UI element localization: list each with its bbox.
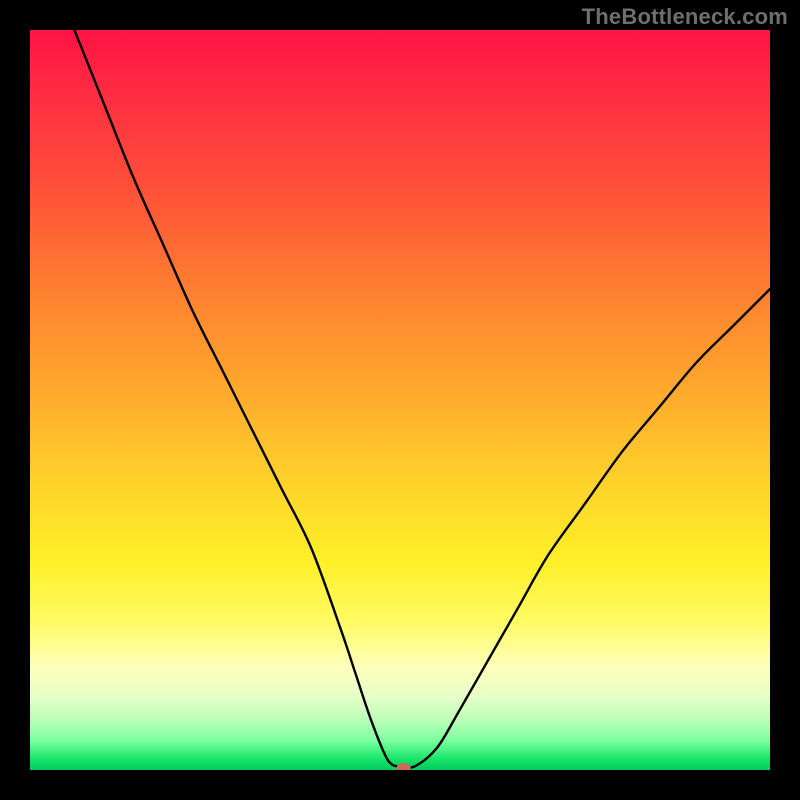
watermark-text: TheBottleneck.com — [582, 4, 788, 30]
bottleneck-curve — [74, 30, 770, 768]
curve-layer — [30, 30, 770, 770]
plot-area — [30, 30, 770, 770]
chart-frame: TheBottleneck.com — [0, 0, 800, 800]
optimum-marker — [397, 763, 411, 770]
